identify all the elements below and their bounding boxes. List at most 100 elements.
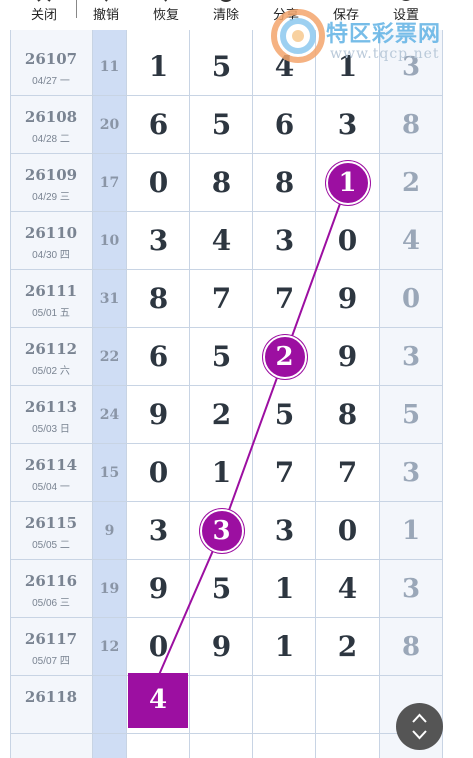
close-icon [37, 0, 51, 2]
issue-number: 26107 [24, 50, 78, 68]
position-cell[interactable]: 8 [380, 96, 442, 154]
draw-grid[interactable]: 26107 04/27 一 11 1 5 4 1 3 26108 04/28 二 20 6 5 6 3 8 26… [0, 0, 473, 758]
digit-cell[interactable]: 5 [253, 386, 316, 444]
issue-number: 26113 [24, 398, 78, 416]
column-divider [126, 30, 127, 758]
save-button[interactable]: 保存 [316, 0, 376, 30]
pick-circle-marker[interactable]: 2 [262, 335, 307, 379]
issue-date: 05/06 三 [32, 598, 70, 609]
scroll-up-down-icon [412, 713, 427, 740]
pick-circle-marker[interactable]: 1 [325, 161, 370, 205]
undo-label: 撤销 [92, 8, 119, 23]
sum-cell: 9 [104, 523, 115, 539]
digit-cell[interactable]: 8 [253, 154, 316, 212]
share-button[interactable]: 分享 [256, 0, 316, 30]
clear-button[interactable]: 清除 [196, 0, 256, 30]
digit-cell[interactable]: 1 [316, 38, 379, 96]
redo-button[interactable]: 恢复 [136, 0, 196, 30]
digit-cell[interactable]: 7 [316, 444, 379, 502]
digit-cell[interactable]: 4 [190, 212, 253, 270]
position-cell[interactable]: 3 [380, 38, 442, 96]
issue-cell: 26114 05/04 一 [10, 444, 92, 502]
position-cell[interactable]: 3 [380, 328, 442, 386]
digit-cell[interactable]: 1 [190, 444, 253, 502]
digit-cell[interactable]: 8 [190, 154, 253, 212]
position-cell[interactable]: 0 [380, 270, 442, 328]
digit-cell[interactable]: 0 [316, 212, 379, 270]
draw-row: 26110 04/30 四 10 3 4 3 0 4 [0, 212, 442, 270]
column-divider [315, 30, 316, 758]
issue-date: 04/27 一 [32, 76, 70, 87]
issue-date: 04/28 二 [32, 134, 70, 145]
pick-circle-marker[interactable]: 3 [199, 509, 244, 553]
scroll-toggle-button[interactable] [396, 703, 443, 750]
issue-number: 26118 [24, 688, 78, 706]
digit-cell[interactable]: 1 [127, 38, 190, 96]
draw-row: 26113 05/03 日 24 9 2 5 8 5 [0, 386, 442, 444]
issue-date: 05/01 五 [32, 308, 70, 319]
digit-cell[interactable]: 3 [253, 212, 316, 270]
digit-cell[interactable]: 7 [253, 444, 316, 502]
position-cell[interactable]: 3 [380, 444, 442, 502]
position-cell[interactable]: 8 [380, 618, 442, 676]
digit-cell[interactable]: 3 [316, 96, 379, 154]
digit-cell[interactable]: 4 [253, 38, 316, 96]
undo-icon [104, 0, 108, 2]
issue-date: 05/05 二 [32, 540, 70, 551]
issue-date: 05/07 四 [32, 656, 70, 667]
position-cell[interactable]: 4 [380, 212, 442, 270]
issue-number: 26114 [24, 456, 78, 474]
issue-cell: 26111 05/01 五 [10, 270, 92, 328]
digit-cell[interactable]: 0 [316, 502, 379, 560]
digit-cell[interactable]: 0 [127, 618, 190, 676]
digit-cell[interactable]: 1 [253, 618, 316, 676]
issue-number: 26111 [24, 282, 78, 300]
draw-row: 2610904/29 三1708812 [0, 154, 442, 212]
issue-date: 05/02 六 [32, 366, 70, 377]
digit-cell[interactable]: 5 [190, 38, 253, 96]
sum-cell: 20 [99, 117, 120, 133]
digit-cell[interactable]: 9 [190, 618, 253, 676]
draw-row: 26117 05/07 四 12 0 9 1 2 8 [0, 618, 442, 676]
pick-box-marker[interactable]: 4 [128, 673, 188, 728]
digit-cell[interactable]: 2 [316, 618, 379, 676]
position-cell[interactable]: 2 [380, 154, 442, 212]
position-cell[interactable]: 5 [380, 386, 442, 444]
digit-cell[interactable]: 9 [316, 270, 379, 328]
digit-cell[interactable]: 4 [316, 560, 379, 618]
digit-cell[interactable]: 5 [190, 328, 253, 386]
digit-cell[interactable]: 5 [190, 96, 253, 154]
sum-cell: 22 [99, 349, 120, 365]
close-button[interactable]: 关闭 [14, 0, 74, 30]
digit-cell[interactable]: 8 [316, 386, 379, 444]
digit-cell[interactable] [316, 676, 379, 734]
digit-cell[interactable]: 7 [253, 270, 316, 328]
clear-icon [220, 0, 232, 2]
digit-cell[interactable]: 3 [253, 502, 316, 560]
digit-cell[interactable]: 6 [127, 328, 190, 386]
issue-date: 04/30 四 [32, 250, 70, 261]
digit-cell[interactable] [253, 676, 316, 734]
sum-cell: 10 [99, 233, 120, 249]
digit-cell[interactable]: 3 [127, 212, 190, 270]
undo-button[interactable]: 撤销 [76, 0, 136, 30]
digit-cell[interactable]: 6 [127, 96, 190, 154]
draw-row: 26108 04/28 二 20 6 5 6 3 8 [0, 96, 442, 154]
position-cell[interactable]: 3 [380, 560, 442, 618]
digit-cell[interactable]: 1 [253, 560, 316, 618]
digit-cell[interactable]: 9 [316, 328, 379, 386]
digit-cell[interactable]: 7 [190, 270, 253, 328]
position-cell[interactable]: 1 [380, 502, 442, 560]
digit-cell[interactable] [190, 676, 253, 734]
digit-cell[interactable]: 9 [127, 560, 190, 618]
digit-cell[interactable]: 8 [127, 270, 190, 328]
toolbar: 关闭 撤销 恢复 清除 分享 保存 设置 [0, 0, 473, 30]
digit-cell[interactable]: 0 [127, 444, 190, 502]
settings-button[interactable]: 设置 [376, 0, 436, 30]
digit-cell[interactable]: 2 [190, 386, 253, 444]
digit-cell[interactable]: 5 [190, 560, 253, 618]
digit-cell[interactable]: 0 [127, 154, 190, 212]
digit-cell[interactable]: 3 [127, 502, 190, 560]
digit-cell[interactable]: 6 [253, 96, 316, 154]
digit-cell[interactable]: 9 [127, 386, 190, 444]
